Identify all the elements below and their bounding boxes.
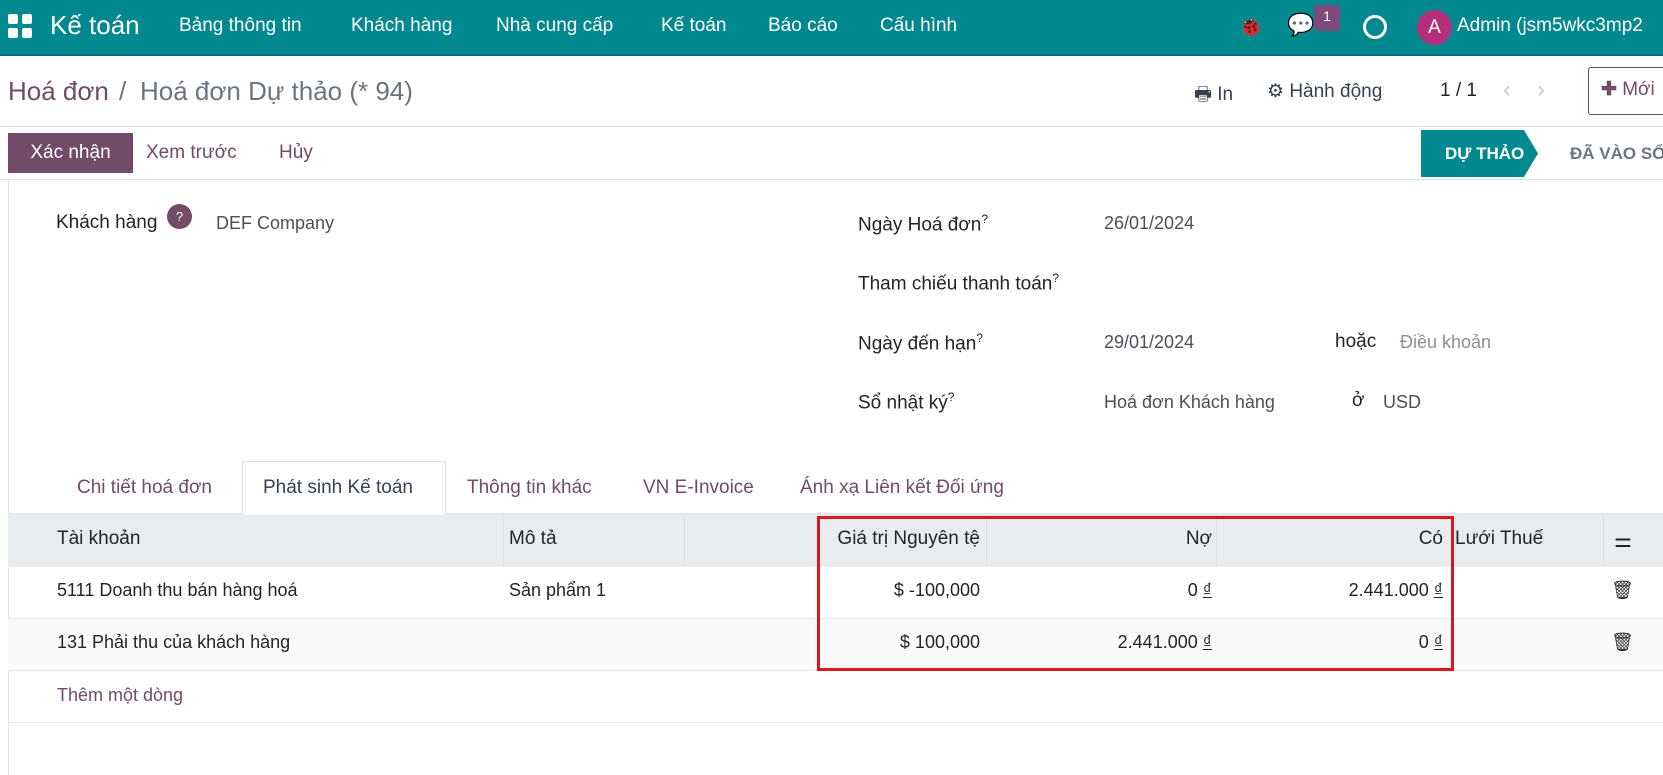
tab-journal-items[interactable]: Phát sinh Kế toán — [263, 477, 413, 499]
add-line-row — [8, 671, 1663, 723]
menu-reporting[interactable]: Báo cáo — [768, 15, 838, 37]
menu-accounting[interactable]: Kế toán — [661, 15, 727, 37]
new-button[interactable]: ✚ Mới — [1588, 67, 1663, 115]
tab-vn-einvoice[interactable]: VN E-Invoice — [643, 477, 754, 499]
payment-terms-field[interactable]: Điều khoản — [1400, 332, 1491, 353]
menu-customers[interactable]: Khách hàng — [351, 15, 452, 37]
header-tax-grid[interactable]: Lưới Thuế — [1455, 528, 1543, 550]
pager-next-icon[interactable]: › — [1537, 76, 1545, 104]
optional-columns-icon[interactable]: ⚌ — [1614, 528, 1632, 553]
chat-icon[interactable]: 💬 — [1287, 12, 1314, 38]
breadcrumb-parent[interactable]: Hoá đơn — [8, 76, 109, 107]
bug-icon[interactable]: 🐞 — [1238, 14, 1263, 39]
column-divider — [503, 513, 504, 567]
message-count-badge: 1 — [1314, 5, 1340, 31]
column-divider — [684, 513, 685, 567]
control-panel: Hoá đơn / Hoá đơn Dự thảo (* 94) 🖶 In ⚙ … — [0, 56, 1663, 127]
gear-icon: ⚙ — [1267, 81, 1285, 102]
in-label: ở — [1352, 390, 1365, 411]
header-label[interactable]: Mô tả — [509, 528, 557, 550]
invoice-date-field[interactable]: 26/01/2024 — [1104, 213, 1194, 234]
menu-configuration[interactable]: Cấu hình — [880, 15, 957, 37]
user-name[interactable]: Admin (jsm5wkc3mp2 — [1457, 15, 1643, 37]
tab-invoice-lines[interactable]: Chi tiết hoá đơn — [77, 477, 212, 499]
trash-icon[interactable]: 🗑 — [1611, 632, 1634, 653]
clock-icon[interactable] — [1363, 15, 1387, 39]
highlight-box — [817, 516, 1454, 671]
invoice-date-label: Ngày Hoá đơn? — [858, 212, 989, 236]
pager-prev-icon[interactable]: ‹ — [1503, 76, 1511, 104]
action-bar: Xác nhận Xem trước Hủy DỰ THẢO ĐÃ VÀO SỔ — [0, 127, 1663, 180]
help-icon[interactable]: ? — [167, 204, 192, 229]
pager-value[interactable]: 1 / 1 — [1440, 80, 1477, 102]
journal-field[interactable]: Hoá đơn Khách hàng — [1104, 392, 1275, 413]
preview-button[interactable]: Xem trước — [146, 142, 237, 164]
top-navbar: Kế toán Bảng thông tin Khách hàng Nhà cu… — [0, 0, 1663, 56]
customer-field[interactable]: DEF Company — [216, 213, 334, 234]
row-label[interactable]: Sản phẩm 1 — [509, 580, 606, 601]
tab-other-info[interactable]: Thông tin khác — [467, 477, 592, 499]
header-account[interactable]: Tài khoản — [57, 528, 140, 550]
column-divider — [1603, 513, 1604, 567]
journal-label: Sổ nhật ký? — [858, 390, 955, 414]
currency-field[interactable]: USD — [1383, 392, 1421, 413]
customer-label: Khách hàng — [56, 212, 158, 233]
printer-icon: 🖶 — [1194, 84, 1212, 105]
tab-reconcile-mapping[interactable]: Ánh xạ Liên kết Đối ứng — [800, 477, 1004, 499]
menu-vendors[interactable]: Nhà cung cấp — [496, 15, 613, 37]
row-account[interactable]: 131 Phải thu của khách hàng — [57, 632, 290, 653]
payment-reference-field[interactable] — [1104, 268, 1644, 296]
add-line-link[interactable]: Thêm một dòng — [57, 685, 183, 706]
status-posted[interactable]: ĐÃ VÀO SỔ — [1570, 144, 1663, 164]
trash-icon[interactable]: 🗑 — [1611, 580, 1634, 601]
cancel-button[interactable]: Hủy — [279, 142, 313, 164]
due-date-field[interactable]: 29/01/2024 — [1104, 332, 1194, 353]
confirm-button[interactable]: Xác nhận — [8, 133, 133, 173]
action-button[interactable]: ⚙ Hành động — [1267, 80, 1382, 103]
status-draft: DỰ THẢO — [1421, 130, 1538, 177]
menu-dashboard[interactable]: Bảng thông tin — [179, 15, 302, 37]
row-account[interactable]: 5111 Doanh thu bán hàng hoá — [57, 580, 298, 601]
breadcrumb-current: Hoá đơn Dự thảo (* 94) — [140, 76, 413, 106]
plus-icon: ✚ — [1601, 79, 1617, 100]
payment-reference-label: Tham chiếu thanh toán? — [858, 271, 1060, 295]
app-name[interactable]: Kế toán — [50, 10, 140, 41]
or-label: hoặc — [1335, 331, 1377, 352]
due-date-label: Ngày đến hạn? — [858, 331, 984, 355]
avatar[interactable]: A — [1417, 10, 1452, 45]
breadcrumb-separator: / — [119, 76, 127, 106]
apps-menu-icon[interactable] — [8, 14, 32, 38]
print-button[interactable]: 🖶 In — [1194, 80, 1233, 112]
